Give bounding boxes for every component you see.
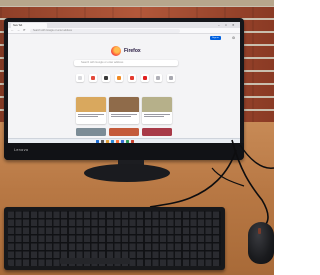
mouse[interactable]: [248, 222, 274, 264]
photo-scene: Lenovo New Tab – □ ✕ ← → ⟳ Search with G…: [0, 0, 274, 275]
spacebar: [60, 258, 130, 264]
mouse-wheel: [258, 228, 261, 234]
